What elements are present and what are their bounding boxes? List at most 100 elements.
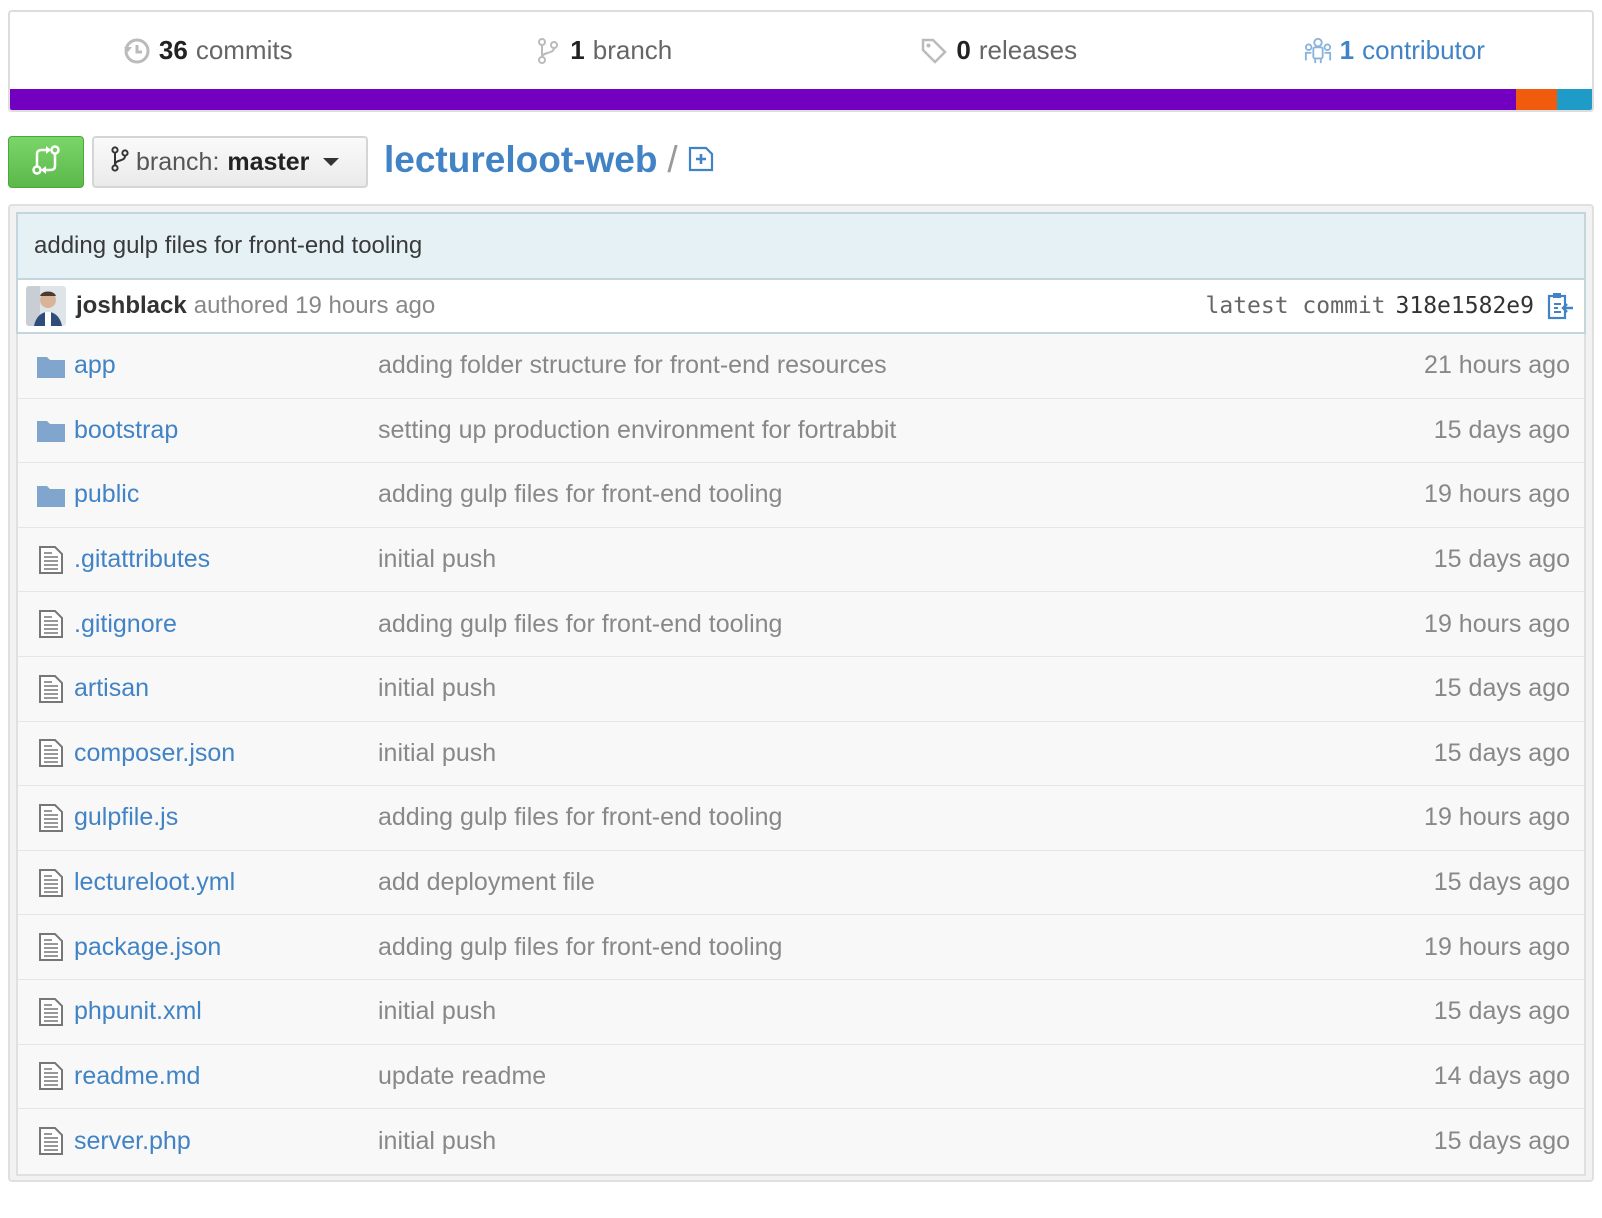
commit-age: 15 days ago	[1433, 868, 1570, 897]
clippy-icon[interactable]	[1546, 292, 1574, 329]
table-row: phpunit.xml initial push 15 days ago	[18, 980, 1584, 1045]
commit-message[interactable]: adding gulp files for front-end tooling	[16, 212, 1586, 278]
commit-message-link[interactable]: adding folder structure for front-end re…	[378, 351, 887, 380]
commit-message-link[interactable]: adding gulp files for front-end tooling	[378, 610, 782, 639]
file-text-icon	[36, 609, 66, 639]
file-name-link[interactable]: composer.json	[74, 739, 235, 768]
repo-summary: 36 commits 1 branch 0 releases 1 contrib…	[8, 10, 1594, 112]
branch-name: master	[227, 147, 310, 176]
commit-age: 14 days ago	[1433, 1061, 1570, 1090]
git-branch-icon	[534, 37, 562, 65]
commit-age: 19 hours ago	[1424, 932, 1570, 961]
file-text-icon	[36, 1061, 66, 1091]
table-row: bootstrap setting up production environme…	[18, 399, 1584, 464]
file-text-icon	[36, 738, 66, 768]
commit-sha-link[interactable]: 318e1582e9	[1396, 293, 1534, 319]
commit-author-link[interactable]: joshblack	[76, 292, 187, 320]
latest-commit-label: latest commit	[1205, 293, 1386, 319]
table-row: .gitattributes initial push 15 days ago	[18, 528, 1584, 593]
commit-age: 19 hours ago	[1424, 609, 1570, 638]
releases-label: releases	[978, 35, 1078, 65]
file-text-icon	[36, 674, 66, 704]
table-row: public adding gulp files for front-end to…	[18, 463, 1584, 528]
folder-icon	[36, 415, 66, 445]
commit-message-link[interactable]: adding gulp files for front-end tooling	[378, 933, 782, 962]
file-name-link[interactable]: package.json	[74, 933, 221, 962]
file-text-icon	[36, 932, 66, 962]
file-text-icon	[36, 997, 66, 1027]
file-name-link[interactable]: artisan	[74, 674, 149, 703]
file-listing: adding gulp files for front-end tooling …	[8, 204, 1594, 1182]
file-name-link[interactable]: phpunit.xml	[74, 997, 202, 1026]
branch-prefix: branch:	[136, 147, 220, 176]
table-row: app adding folder structure for front-end…	[18, 334, 1584, 399]
file-text-icon	[36, 803, 66, 833]
commit-age: 19 hours ago	[1424, 480, 1570, 509]
file-name-link[interactable]: server.php	[74, 1127, 191, 1156]
commit-age: 21 hours ago	[1424, 351, 1570, 380]
file-navigation: branch: master lectureloot-web /	[8, 136, 1594, 188]
file-name-link[interactable]: bootstrap	[74, 416, 178, 445]
branch-select-button[interactable]: branch: master	[92, 136, 368, 188]
file-rows: app adding folder structure for front-end…	[16, 334, 1586, 1176]
table-row: package.json adding gulp files for front-…	[18, 915, 1584, 980]
avatar[interactable]	[26, 286, 66, 326]
branches-link[interactable]: 1 branch	[406, 12, 802, 89]
language-segment[interactable]	[1557, 89, 1592, 110]
commit-age: 15 days ago	[1433, 1126, 1570, 1155]
table-row: lectureloot.yml add deployment file 15 day…	[18, 851, 1584, 916]
folder-icon	[36, 351, 66, 381]
file-name-link[interactable]: app	[74, 351, 116, 380]
contributors-link[interactable]: 1 contributor	[1197, 12, 1593, 89]
file-add-icon[interactable]	[688, 139, 714, 181]
file-name-link[interactable]: .gitattributes	[74, 545, 210, 574]
breadcrumb: lectureloot-web /	[384, 136, 714, 184]
language-segment[interactable]	[1516, 89, 1558, 110]
commits-link[interactable]: 36 commits	[10, 12, 406, 89]
file-name-link[interactable]: .gitignore	[74, 610, 177, 639]
contributors-count: 1	[1339, 35, 1355, 65]
language-segment[interactable]	[10, 89, 1517, 110]
history-icon	[123, 37, 151, 65]
file-name-link[interactable]: lectureloot.yml	[74, 868, 235, 897]
commit-message-link[interactable]: initial push	[378, 1127, 496, 1156]
branches-label: branch	[592, 35, 673, 65]
commit-age: 15 days ago	[1433, 415, 1570, 444]
commit-meta: joshblack authored 19 hours ago latest c…	[16, 278, 1586, 334]
file-text-icon	[36, 1126, 66, 1156]
commits-label: commits	[195, 35, 293, 65]
compare-button[interactable]	[8, 136, 84, 188]
folder-icon	[36, 480, 66, 510]
commit-message-link[interactable]: initial push	[378, 545, 496, 574]
file-name-link[interactable]: readme.md	[74, 1062, 200, 1091]
git-branch-icon	[110, 145, 130, 179]
contributors-label: contributor	[1362, 35, 1485, 65]
file-name-link[interactable]: gulpfile.js	[74, 803, 178, 832]
commit-message-link[interactable]: add deployment file	[378, 868, 595, 897]
commit-age: 15 days ago	[1433, 545, 1570, 574]
table-row: gulpfile.js adding gulp files for front-e…	[18, 786, 1584, 851]
repository-language-bar[interactable]	[10, 89, 1592, 110]
commit-message-link[interactable]: initial push	[378, 997, 496, 1026]
commit-message-link[interactable]: initial push	[378, 739, 496, 768]
organization-icon	[1304, 37, 1332, 65]
commit-age: 15 days ago	[1433, 997, 1570, 1026]
table-row: .gitignore adding gulp files for front-en…	[18, 592, 1584, 657]
breadcrumb-separator: /	[667, 139, 678, 180]
releases-count: 0	[956, 35, 971, 65]
commit-message-link[interactable]: adding gulp files for front-end tooling	[378, 480, 782, 509]
commit-message-link[interactable]: update readme	[378, 1062, 546, 1091]
git-compare-icon	[31, 144, 61, 181]
commit-message-link[interactable]: adding gulp files for front-end tooling	[378, 803, 782, 832]
tag-icon	[920, 37, 948, 65]
file-text-icon	[36, 545, 66, 575]
table-row: composer.json initial push 15 days ago	[18, 722, 1584, 787]
commit-message-link[interactable]: setting up production environment for fo…	[378, 416, 896, 445]
commits-count: 36	[158, 35, 188, 65]
commit-age: 19 hours ago	[1424, 803, 1570, 832]
repo-name-link[interactable]: lectureloot-web	[384, 139, 657, 181]
file-name-link[interactable]: public	[74, 480, 139, 509]
chevron-down-icon	[323, 158, 340, 166]
commit-message-link[interactable]: initial push	[378, 674, 496, 703]
releases-link[interactable]: 0 releases	[801, 12, 1197, 89]
